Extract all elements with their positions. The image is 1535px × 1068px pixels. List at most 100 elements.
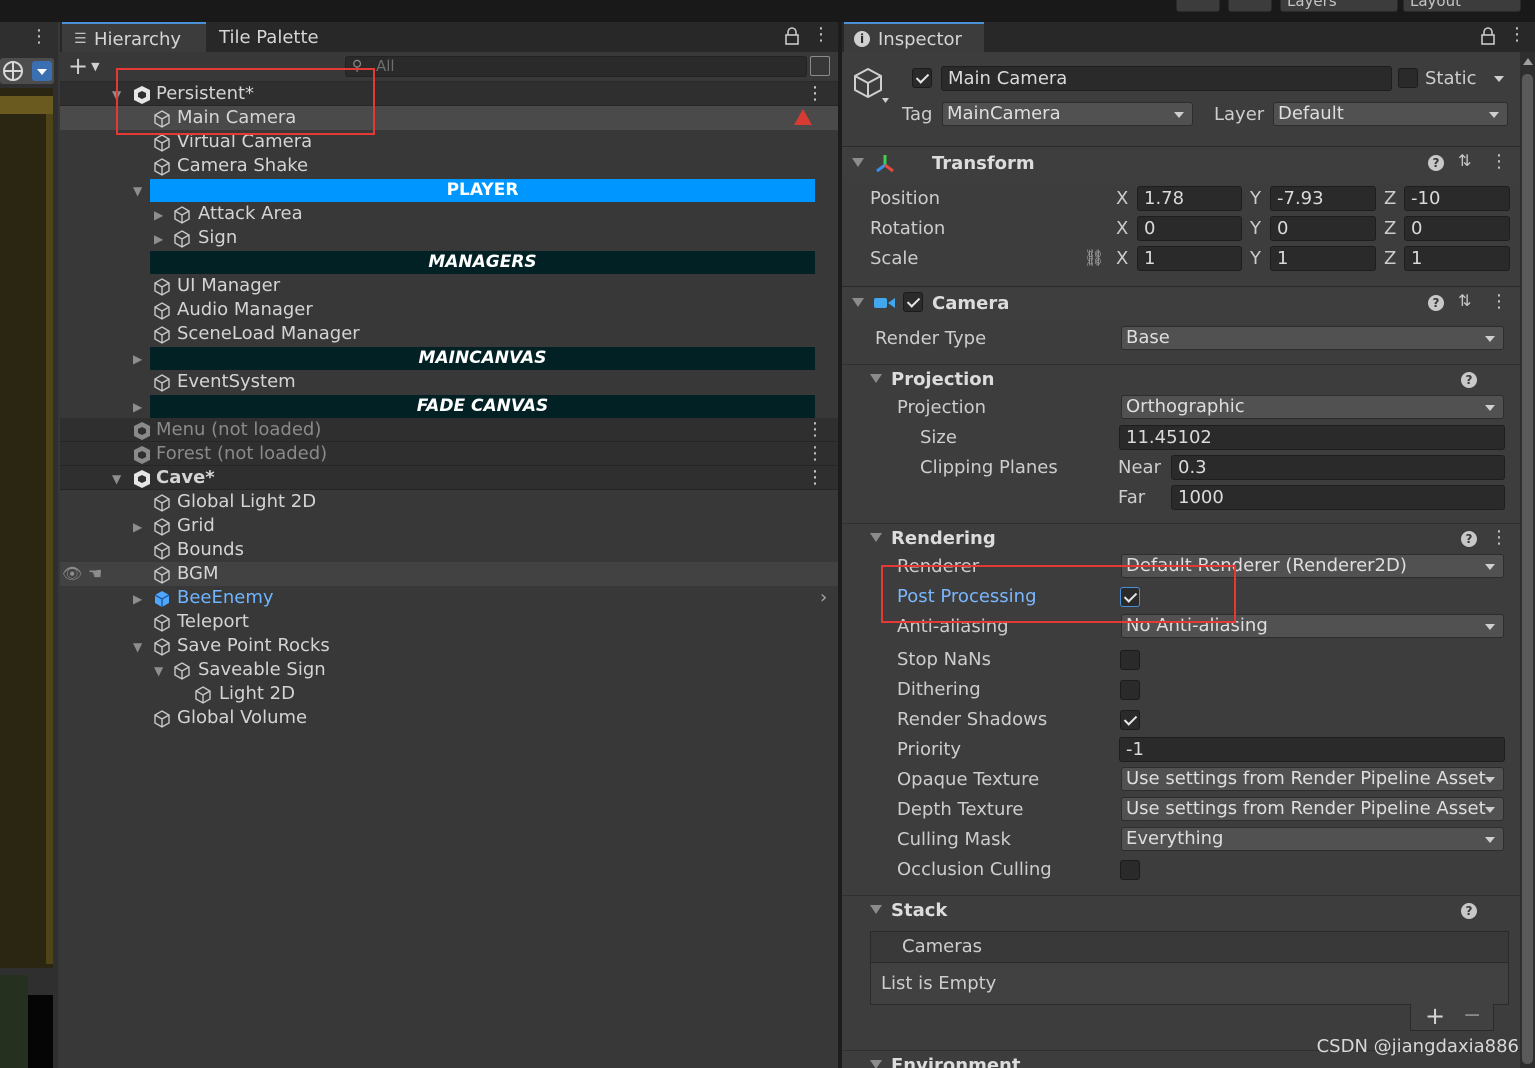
camera-enabled-checkbox[interactable] xyxy=(903,292,923,312)
scrollbar-thumb[interactable] xyxy=(1522,74,1533,1064)
hierarchy-row[interactable]: UI Manager xyxy=(60,274,838,298)
hierarchy-row[interactable]: Camera Shake xyxy=(60,154,838,178)
hierarchy-row[interactable]: ▶ Sign xyxy=(60,226,838,250)
expand-arrow-icon[interactable]: ▼ xyxy=(133,179,142,203)
priority-field[interactable]: -1 xyxy=(1119,737,1505,762)
dithering-checkbox[interactable] xyxy=(1120,680,1140,700)
hierarchy-row-player[interactable]: ▼ PLAYER xyxy=(60,178,838,202)
hierarchy-row[interactable]: Teleport xyxy=(60,610,838,634)
layer-dropdown[interactable]: Default xyxy=(1273,102,1508,126)
opaque-texture-dropdown[interactable]: Use settings from Render Pipeline Asset xyxy=(1121,767,1504,791)
projection-section-header[interactable]: Projection ? xyxy=(842,364,1520,394)
hierarchy-row[interactable]: Audio Manager xyxy=(60,298,838,322)
gizmo-toggle-button[interactable] xyxy=(0,58,54,84)
near-field[interactable]: 0.3 xyxy=(1171,455,1505,480)
hierarchy-row-bgm[interactable]: 👁 ☚ BGM xyxy=(60,562,838,586)
static-dropdown-caret-icon[interactable] xyxy=(1494,76,1504,82)
collapse-arrow-icon[interactable]: ▶ xyxy=(133,395,142,419)
help-icon[interactable]: ? xyxy=(1428,295,1444,311)
hierarchy-row[interactable]: ▶ Attack Area xyxy=(60,202,838,226)
transform-header[interactable]: Transform ? ⇅ ⋮ xyxy=(842,146,1520,178)
culling-mask-dropdown[interactable]: Everything xyxy=(1121,827,1504,851)
position-x-field[interactable]: 1.78 xyxy=(1137,186,1242,211)
scene-row-forest[interactable]: Forest (not loaded) ⋮ xyxy=(60,442,838,466)
active-checkbox[interactable] xyxy=(912,68,932,88)
rotation-z-field[interactable]: 0 xyxy=(1404,216,1510,241)
constrain-proportions-icon[interactable]: ⛓ xyxy=(1084,248,1104,267)
hierarchy-row[interactable]: ▼ Save Point Rocks xyxy=(60,634,838,658)
scene-menu-icon[interactable]: ⋮ xyxy=(806,469,824,487)
collapse-arrow-icon[interactable]: ▶ xyxy=(154,227,163,251)
help-icon[interactable]: ? xyxy=(1461,903,1477,919)
tab-tile-palette[interactable]: Tile Palette xyxy=(208,22,358,52)
scene-menu-icon[interactable]: ⋮ xyxy=(806,445,824,463)
collapse-arrow-icon[interactable]: ▶ xyxy=(133,587,142,611)
collapse-arrow-icon[interactable]: ▶ xyxy=(154,203,163,227)
create-button[interactable]: + ▼ xyxy=(68,54,100,79)
rendering-section-header[interactable]: Rendering ? ⋮ xyxy=(842,523,1520,553)
scene-menu-icon[interactable]: ⋮ xyxy=(806,85,824,103)
object-name-input[interactable]: Main Camera xyxy=(941,66,1392,91)
history-icon[interactable] xyxy=(1176,0,1220,12)
panel-menu-icon[interactable]: ⋮ xyxy=(1508,26,1526,44)
depth-texture-dropdown[interactable]: Use settings from Render Pipeline Asset xyxy=(1121,797,1504,821)
scale-z-field[interactable]: 1 xyxy=(1404,246,1510,271)
scale-y-field[interactable]: 1 xyxy=(1270,246,1376,271)
help-icon[interactable]: ? xyxy=(1428,155,1444,171)
stack-section-header[interactable]: Stack ? xyxy=(842,895,1520,925)
component-menu-icon[interactable]: ⋮ xyxy=(1490,151,1508,173)
stop-nans-checkbox[interactable] xyxy=(1120,650,1140,670)
position-y-field[interactable]: -7.93 xyxy=(1270,186,1376,211)
help-icon[interactable]: ? xyxy=(1461,531,1477,547)
inspector-scrollbar[interactable] xyxy=(1520,52,1535,1068)
scrollbar-up-icon[interactable] xyxy=(1523,58,1533,65)
size-field[interactable]: 11.45102 xyxy=(1119,425,1505,450)
scene-menu-icon[interactable]: ⋮ xyxy=(806,421,824,439)
rotation-x-field[interactable]: 0 xyxy=(1137,216,1242,241)
lock-icon[interactable] xyxy=(784,27,800,45)
expand-arrow-icon[interactable]: ▼ xyxy=(112,467,121,491)
hierarchy-row[interactable]: ▶ Grid xyxy=(60,514,838,538)
scale-x-field[interactable]: 1 xyxy=(1137,246,1242,271)
camera-header[interactable]: Camera ? ⇅ ⋮ xyxy=(842,286,1520,318)
component-menu-icon[interactable]: ⋮ xyxy=(1490,291,1508,313)
prefab-open-chevron-icon[interactable]: › xyxy=(820,586,827,610)
presets-icon[interactable]: ⇅ xyxy=(1458,291,1471,310)
hierarchy-row[interactable]: Global Volume xyxy=(60,706,838,730)
tab-hierarchy[interactable]: ☰ Hierarchy xyxy=(62,22,206,52)
hierarchy-row[interactable]: Bounds xyxy=(60,538,838,562)
layout-dropdown[interactable]: Layout xyxy=(1403,0,1521,12)
far-field[interactable]: 1000 xyxy=(1171,485,1505,510)
expand-arrow-icon[interactable]: ▼ xyxy=(133,635,142,659)
scene-row-cave[interactable]: ▼ Cave* ⋮ xyxy=(60,466,838,490)
hierarchy-row[interactable]: ▼ Saveable Sign xyxy=(60,658,838,682)
hierarchy-search-input[interactable]: ⚲ All xyxy=(345,56,807,77)
visibility-eye-icon[interactable]: 👁 xyxy=(62,562,82,586)
lock-icon[interactable] xyxy=(1480,27,1496,45)
occlusion-culling-checkbox[interactable] xyxy=(1120,860,1140,880)
add-camera-button[interactable]: + xyxy=(1425,1002,1445,1030)
hierarchy-row[interactable]: EventSystem xyxy=(60,370,838,394)
position-z-field[interactable]: -10 xyxy=(1404,186,1510,211)
more-menu-icon[interactable]: ⋮ xyxy=(30,28,48,46)
hierarchy-row-managers[interactable]: MANAGERS xyxy=(60,250,838,274)
scene-row-menu[interactable]: Menu (not loaded) ⋮ xyxy=(60,418,838,442)
section-menu-icon[interactable]: ⋮ xyxy=(1490,527,1508,549)
scene-visibility-icon[interactable] xyxy=(810,56,830,76)
projection-dropdown[interactable]: Orthographic xyxy=(1121,395,1504,419)
render-shadows-checkbox[interactable] xyxy=(1120,710,1140,730)
render-type-dropdown[interactable]: Base xyxy=(1121,326,1504,350)
tab-inspector[interactable]: i Inspector xyxy=(844,22,984,52)
pickable-hand-icon[interactable]: ☚ xyxy=(88,562,102,586)
hierarchy-row[interactable]: Light 2D xyxy=(60,682,838,706)
hierarchy-row-maincanvas[interactable]: ▶ MAINCANVAS xyxy=(60,346,838,370)
tag-dropdown[interactable]: MainCamera xyxy=(942,102,1193,126)
layers-dropdown[interactable]: Layers xyxy=(1280,0,1398,12)
search-icon[interactable] xyxy=(1228,0,1272,12)
hierarchy-row-beeenemy[interactable]: ▶ BeeEnemy › xyxy=(60,586,838,610)
static-checkbox[interactable] xyxy=(1398,68,1418,88)
hierarchy-row-fade-canvas[interactable]: ▶ FADE CANVAS xyxy=(60,394,838,418)
expand-arrow-icon[interactable]: ▼ xyxy=(154,659,163,683)
collapse-arrow-icon[interactable]: ▶ xyxy=(133,515,142,539)
rotation-y-field[interactable]: 0 xyxy=(1270,216,1376,241)
